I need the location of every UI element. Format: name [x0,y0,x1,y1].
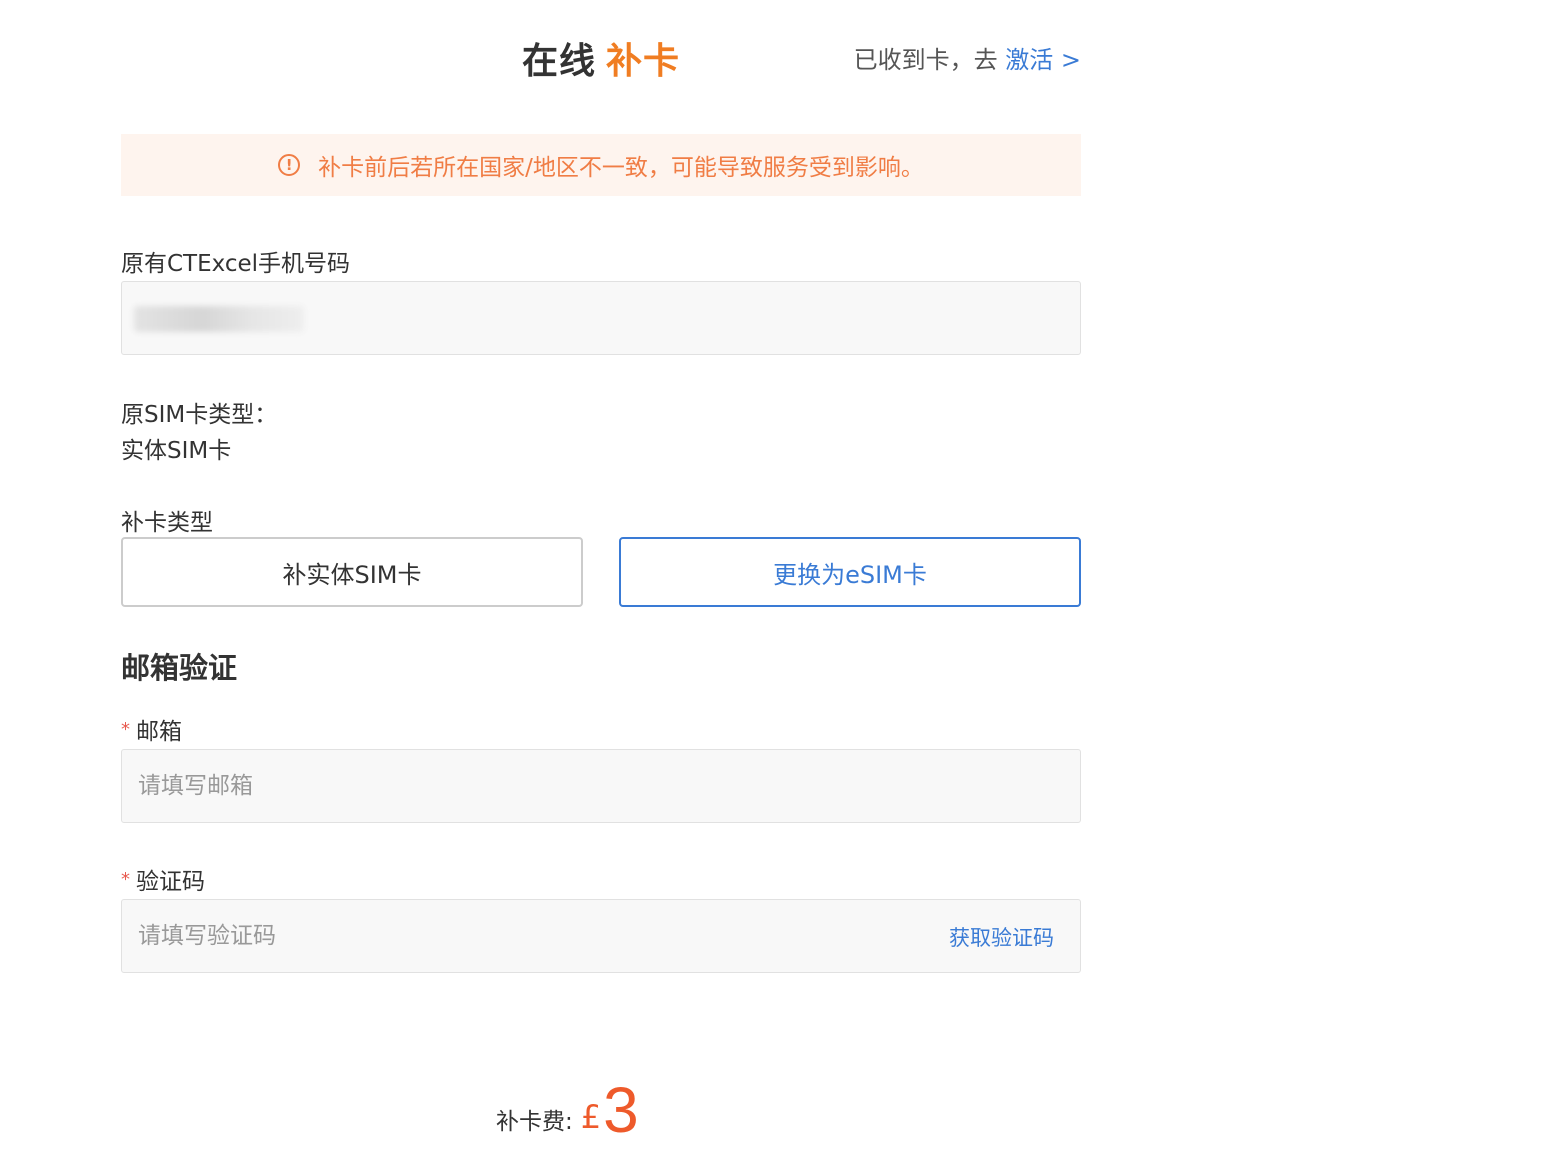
notice-text: 补卡前后若所在国家/地区不一致，可能导致服务受到影响。 [318,155,924,181]
code-field: 获取验证码 [121,899,1081,973]
code-input[interactable] [122,900,854,972]
alert-circle-icon: ! [278,154,301,176]
fee-amount: 3 [603,1074,639,1146]
activate-prefix: 已收到卡，去 [853,46,998,74]
activate-prompt: 已收到卡，去 激活 > [854,40,1081,75]
email-label: * 邮箱 [121,712,182,746]
notice-banner: ! 补卡前后若所在国家/地区不一致，可能导致服务受到影响。 [121,134,1081,196]
email-label-text: 邮箱 [136,719,182,745]
sim-type-value: 实体SIM卡 [121,438,232,464]
physical-sim-option[interactable]: 补实体SIM卡 [121,537,583,607]
fee: 补卡费: £ 3 [496,1070,639,1142]
email-section-title: 邮箱验证 [121,651,238,685]
email-field [121,749,1081,823]
required-mark: * [121,869,130,890]
fee-label: 补卡费: [496,1109,573,1135]
esim-option[interactable]: 更换为eSIM卡 [619,537,1081,607]
phone-field [121,281,1081,355]
email-input[interactable] [122,750,854,822]
page-title-accent: 补卡 [606,41,681,82]
code-label: * 验证码 [121,862,205,896]
replace-type-label: 补卡类型 [121,510,213,536]
get-code-button[interactable]: 获取验证码 [949,922,1054,952]
page-title-main: 在线 [521,41,596,82]
required-mark: * [121,719,130,740]
phone-label: 原有CTExcel手机号码 [121,251,351,277]
page: 在线 补卡 已收到卡，去 激活 > ! 补卡前后若所在国家/地区不一致，可能导致服… [0,0,1566,1171]
activate-link[interactable]: 激活 > [1005,46,1081,74]
blurred-phone-number [134,306,304,332]
header: 在线 补卡 已收到卡，去 激活 > [121,28,1081,84]
sim-type-label: 原SIM卡类型： [121,402,278,428]
code-label-text: 验证码 [136,869,205,895]
fee-currency: £ [580,1098,602,1136]
